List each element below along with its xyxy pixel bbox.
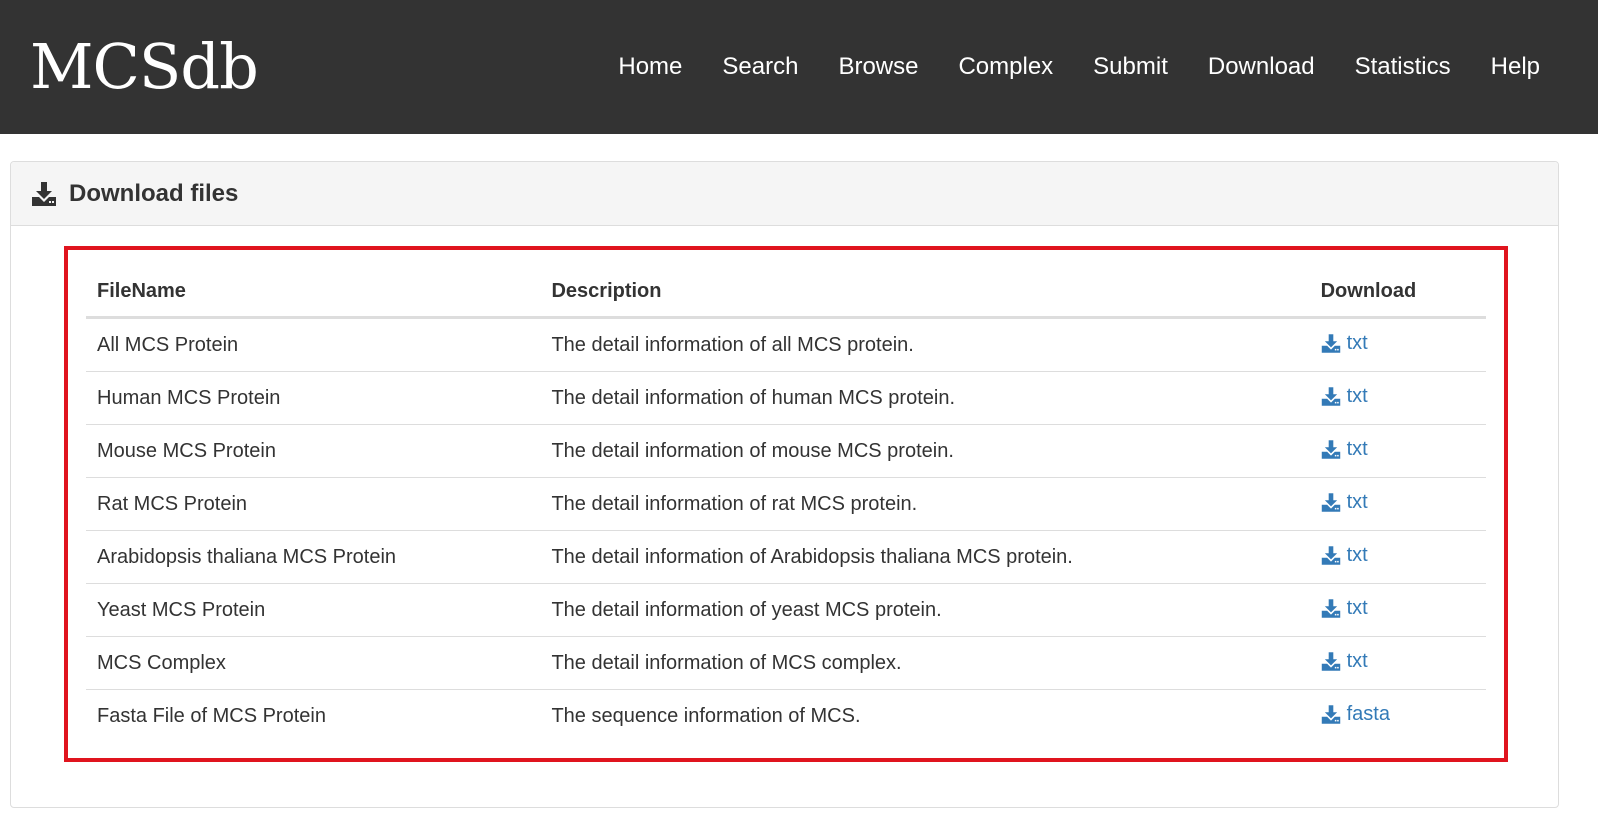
download-link[interactable]: txt bbox=[1321, 438, 1368, 461]
nav-download[interactable]: Download bbox=[1188, 0, 1335, 134]
download-icon bbox=[1321, 598, 1340, 618]
table-header-row: FileName Description Download bbox=[86, 266, 1486, 319]
download-icon bbox=[1321, 333, 1340, 353]
download-link-label: txt bbox=[1346, 649, 1368, 672]
download-cell: fasta bbox=[1309, 689, 1486, 742]
download-icon bbox=[1321, 651, 1340, 671]
filename-cell: Rat MCS Protein bbox=[86, 477, 541, 531]
table-row: All MCS Protein The detail information o… bbox=[86, 318, 1486, 372]
download-link[interactable]: txt bbox=[1321, 597, 1368, 620]
download-link-label: txt bbox=[1346, 384, 1368, 407]
download-cell: txt bbox=[1309, 424, 1486, 478]
download-link-label: txt bbox=[1346, 437, 1368, 460]
download-icon bbox=[1321, 704, 1340, 724]
download-link[interactable]: txt bbox=[1321, 385, 1368, 408]
filename-cell: All MCS Protein bbox=[97, 333, 239, 356]
panel-heading: Download files bbox=[11, 162, 1558, 226]
column-header-filename: FileName bbox=[86, 266, 541, 319]
download-icon bbox=[32, 181, 56, 206]
description-cell: The detail information of human MCS prot… bbox=[540, 371, 1310, 425]
download-table: FileName Description Download All MCS Pr… bbox=[86, 266, 1486, 742]
description-cell: The detail information of mouse MCS prot… bbox=[540, 424, 1310, 478]
table-row: MCS Complex The detail information of MC… bbox=[86, 636, 1486, 690]
nav-browse[interactable]: Browse bbox=[818, 0, 938, 134]
download-link[interactable]: txt bbox=[1321, 491, 1368, 514]
filename-cell: Mouse MCS Protein bbox=[86, 424, 541, 478]
description-cell: The detail information of rat MCS protei… bbox=[540, 477, 1310, 531]
filename-cell: Fasta File of MCS Protein bbox=[86, 689, 541, 742]
table-row: Human MCS Protein The detail information… bbox=[86, 371, 1486, 425]
download-link[interactable]: txt bbox=[1321, 332, 1368, 355]
download-cell: txt bbox=[1309, 530, 1486, 584]
nav-complex[interactable]: Complex bbox=[938, 0, 1073, 134]
table-row: Mouse MCS Protein The detail information… bbox=[86, 424, 1486, 478]
download-icon bbox=[1321, 492, 1340, 512]
description-cell: The detail information of yeast MCS prot… bbox=[540, 583, 1310, 637]
filename-cell: Human MCS Protein bbox=[86, 371, 541, 425]
download-link[interactable]: txt bbox=[1321, 650, 1368, 673]
download-cell: txt bbox=[1309, 477, 1486, 531]
description-cell: The detail information of MCS complex. bbox=[540, 636, 1310, 690]
download-link-label: txt bbox=[1346, 331, 1368, 354]
description-cell: The sequence information of MCS. bbox=[540, 689, 1310, 742]
download-link[interactable]: fasta bbox=[1321, 703, 1390, 726]
download-link-label: fasta bbox=[1346, 702, 1390, 725]
nav-statistics[interactable]: Statistics bbox=[1335, 0, 1471, 134]
download-cell: txt bbox=[1309, 583, 1486, 637]
nav-submit[interactable]: Submit bbox=[1073, 0, 1188, 134]
download-cell: txt bbox=[1310, 318, 1486, 372]
main-nav: Home Search Browse Complex Submit Downlo… bbox=[598, 0, 1540, 134]
filename-cell: Yeast MCS Protein bbox=[86, 583, 541, 637]
nav-help[interactable]: Help bbox=[1471, 0, 1540, 134]
column-header-download: Download bbox=[1309, 266, 1486, 319]
table-row: Yeast MCS Protein The detail information… bbox=[86, 583, 1486, 637]
panel-title: Download files bbox=[69, 179, 239, 207]
download-link-label: txt bbox=[1346, 543, 1368, 566]
filename-cell: MCS Complex bbox=[86, 636, 541, 690]
table-row: Arabidopsis thaliana MCS Protein The det… bbox=[86, 530, 1486, 584]
download-link-label: txt bbox=[1346, 596, 1368, 619]
download-icon bbox=[1321, 545, 1340, 565]
download-panel: Download files FileName Description Down… bbox=[10, 161, 1559, 808]
table-row: Rat MCS Protein The detail information o… bbox=[86, 477, 1486, 531]
download-icon bbox=[1321, 439, 1340, 459]
site-logo[interactable]: MCSdb bbox=[30, 30, 259, 104]
download-cell: txt bbox=[1309, 636, 1486, 690]
download-link[interactable]: txt bbox=[1321, 544, 1368, 567]
description-cell: The detail information of all MCS protei… bbox=[551, 333, 914, 356]
filename-cell: Arabidopsis thaliana MCS Protein bbox=[86, 530, 541, 584]
description-cell: The detail information of Arabidopsis th… bbox=[540, 530, 1310, 584]
table-row: Fasta File of MCS Protein The sequence i… bbox=[86, 689, 1486, 742]
nav-search[interactable]: Search bbox=[702, 0, 818, 134]
column-header-description: Description bbox=[540, 266, 1310, 319]
download-cell: txt bbox=[1309, 371, 1486, 425]
download-link-label: txt bbox=[1346, 490, 1368, 513]
nav-home[interactable]: Home bbox=[598, 0, 702, 134]
top-navbar: MCSdb Home Search Browse Complex Submit … bbox=[0, 0, 1598, 134]
download-icon bbox=[1321, 386, 1340, 406]
